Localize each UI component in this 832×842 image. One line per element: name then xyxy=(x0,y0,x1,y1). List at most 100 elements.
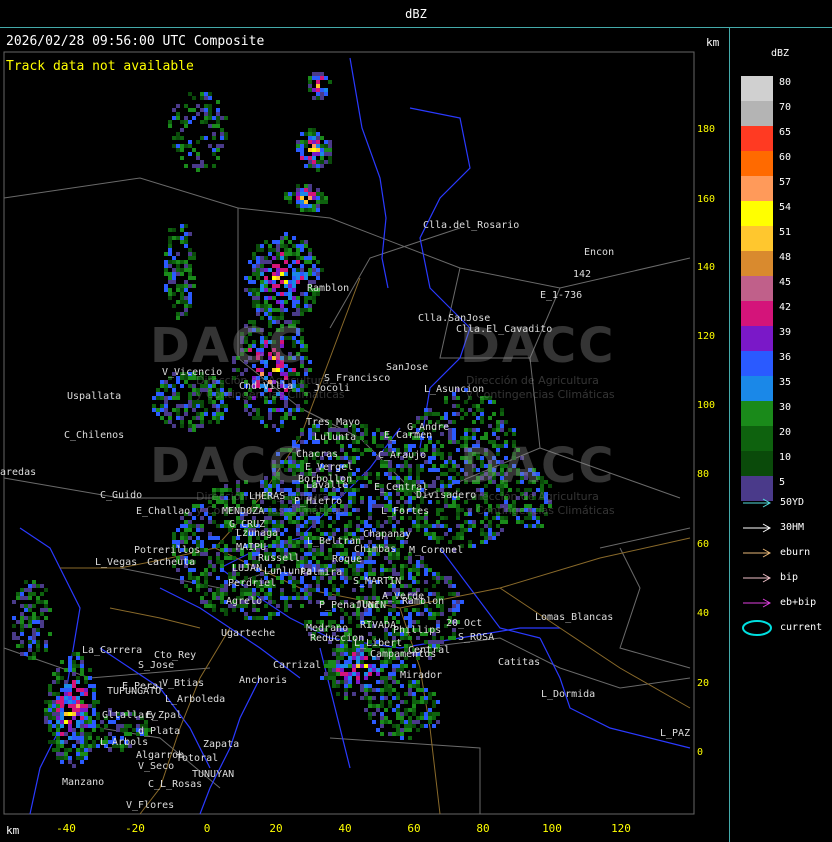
place-label: Uspallata xyxy=(67,391,122,402)
place-label: Encon xyxy=(584,247,615,258)
x-tick-label: 0 xyxy=(203,822,211,835)
km-label-top: km xyxy=(706,36,720,49)
place-label: C_Chilenos xyxy=(64,430,125,441)
legend-swatch-label: 65 xyxy=(779,127,792,138)
place-label: Totoral xyxy=(176,753,219,764)
place-label: E_Carmen xyxy=(384,430,433,441)
legend-swatch-label: 80 xyxy=(779,77,792,88)
place-label: Clla.SanJose xyxy=(418,313,491,324)
y-tick-label: 180 xyxy=(697,124,716,135)
legend-swatch-label: 51 xyxy=(779,227,792,238)
watermark-logo: DACC xyxy=(150,438,306,494)
place-label: Cnd.Villa xyxy=(239,381,294,392)
track-legend-item: eb+bip xyxy=(741,597,831,611)
y-tick-label: 40 xyxy=(697,608,710,619)
track-legend-item: 50YD xyxy=(741,497,831,511)
arrow-icon xyxy=(743,598,772,608)
place-label: Lomas_Blancas xyxy=(535,612,614,623)
km-label-bottom: km xyxy=(6,824,20,837)
track-legend-label: 30HM xyxy=(780,522,805,533)
legend-swatch-label: 45 xyxy=(779,277,792,288)
track-legend-label: current xyxy=(780,622,823,633)
legend-swatch-label: 57 xyxy=(779,177,792,188)
place-label: P_Hierro xyxy=(294,496,343,507)
place-label: Roque xyxy=(332,554,363,565)
place-label: SanJose xyxy=(386,362,429,373)
place-label: Divisadero xyxy=(416,490,477,501)
watermark-logo: DACC xyxy=(460,438,616,494)
legend-swatch-label: 36 xyxy=(779,352,792,363)
y-tick-label: 120 xyxy=(697,331,716,342)
place-label: L_Arbols xyxy=(100,737,149,748)
place-label: Cacheuta xyxy=(147,557,196,568)
x-tick-label: -40 xyxy=(56,822,76,835)
legend-swatch xyxy=(741,151,773,176)
x-tick-label: 20 xyxy=(269,822,283,835)
place-label: Manzano xyxy=(62,777,105,788)
place-label: E_1-736 xyxy=(540,290,583,301)
place-label: Palmira xyxy=(300,567,343,578)
place-label: Ugarteche xyxy=(221,628,276,639)
legend-swatch-label: 35 xyxy=(779,377,792,388)
place-label: Lzunaga xyxy=(236,528,279,539)
place-label: Jocoli xyxy=(314,383,351,394)
legend-swatch-label: 42 xyxy=(779,302,792,313)
legend-swatch xyxy=(741,76,773,101)
place-label: V_Vicencio xyxy=(162,367,223,378)
place-label: L_Fortes xyxy=(381,506,430,517)
window-title: dBZ xyxy=(405,7,427,21)
legend-swatch xyxy=(741,251,773,276)
place-label: Catitas xyxy=(498,657,541,668)
place-label: Ramblon xyxy=(307,283,350,294)
legend-swatch-label: 39 xyxy=(779,327,792,338)
legend-swatch xyxy=(741,226,773,251)
track-status-label: Track data not available xyxy=(6,59,194,74)
legend-swatch-label: 10 xyxy=(779,452,792,463)
place-label: Clla.del_Rosario xyxy=(423,220,520,231)
place-label: Campamentos xyxy=(370,649,437,660)
track-legend-label: eb+bip xyxy=(780,597,817,608)
legend-swatch xyxy=(741,301,773,326)
place-label: La_Carrera xyxy=(82,645,143,656)
place-label: MAIPU xyxy=(236,542,267,553)
track-legend-label: 50YD xyxy=(780,497,805,508)
radar-map[interactable]: DACC Dirección de Agricultura y Continge… xyxy=(0,28,730,842)
legend-swatch xyxy=(741,376,773,401)
place-label: Anchoris xyxy=(239,675,288,686)
place-label: C_L_Rosas xyxy=(148,779,203,790)
place-label: E_Zpal xyxy=(146,710,183,721)
x-tick-label: 120 xyxy=(611,822,631,835)
legend-swatch xyxy=(741,126,773,151)
watermark-line2: y Contingencias Climáticas xyxy=(466,504,615,517)
legend-swatch-label: 70 xyxy=(779,102,792,113)
x-tick-label: 40 xyxy=(338,822,352,835)
legend-swatch-label: 5 xyxy=(779,477,786,488)
place-label: 20_Oct xyxy=(446,618,483,629)
x-tick-label: -20 xyxy=(125,822,145,835)
place-label: Potrerillos xyxy=(134,545,201,556)
place-label: Mirador xyxy=(400,670,443,681)
legend-swatch xyxy=(741,451,773,476)
arrow-icon xyxy=(743,573,772,583)
title-bar: dBZ xyxy=(0,0,832,28)
watermark-line1: Dirección de Agricultura xyxy=(466,490,599,503)
place-label: M_Coronel xyxy=(409,545,464,556)
legend-swatch-label: 20 xyxy=(779,427,792,438)
legend-swatch xyxy=(741,201,773,226)
y-tick-label: 100 xyxy=(697,400,716,411)
timestamp-label: 2026/02/28 09:56:00 UTC Composite xyxy=(6,34,265,49)
track-legend-label: bip xyxy=(780,572,799,583)
place-label: RIVADA xyxy=(360,620,397,631)
y-tick-label: 20 xyxy=(697,678,710,689)
legend-swatch xyxy=(741,176,773,201)
place-label: C_Guido xyxy=(100,490,143,501)
legend-swatch xyxy=(741,326,773,351)
place-label: Phillips xyxy=(393,625,442,636)
place-label: S_ROSA xyxy=(458,632,495,643)
place-label: Chacras xyxy=(296,449,339,460)
place-label: L_Asuncion xyxy=(424,384,485,395)
place-label: C_Araujo xyxy=(378,450,427,461)
y-tick-label: 60 xyxy=(697,539,710,550)
legend-swatch-label: 54 xyxy=(779,202,792,213)
place-label: d_Plata xyxy=(138,726,181,737)
